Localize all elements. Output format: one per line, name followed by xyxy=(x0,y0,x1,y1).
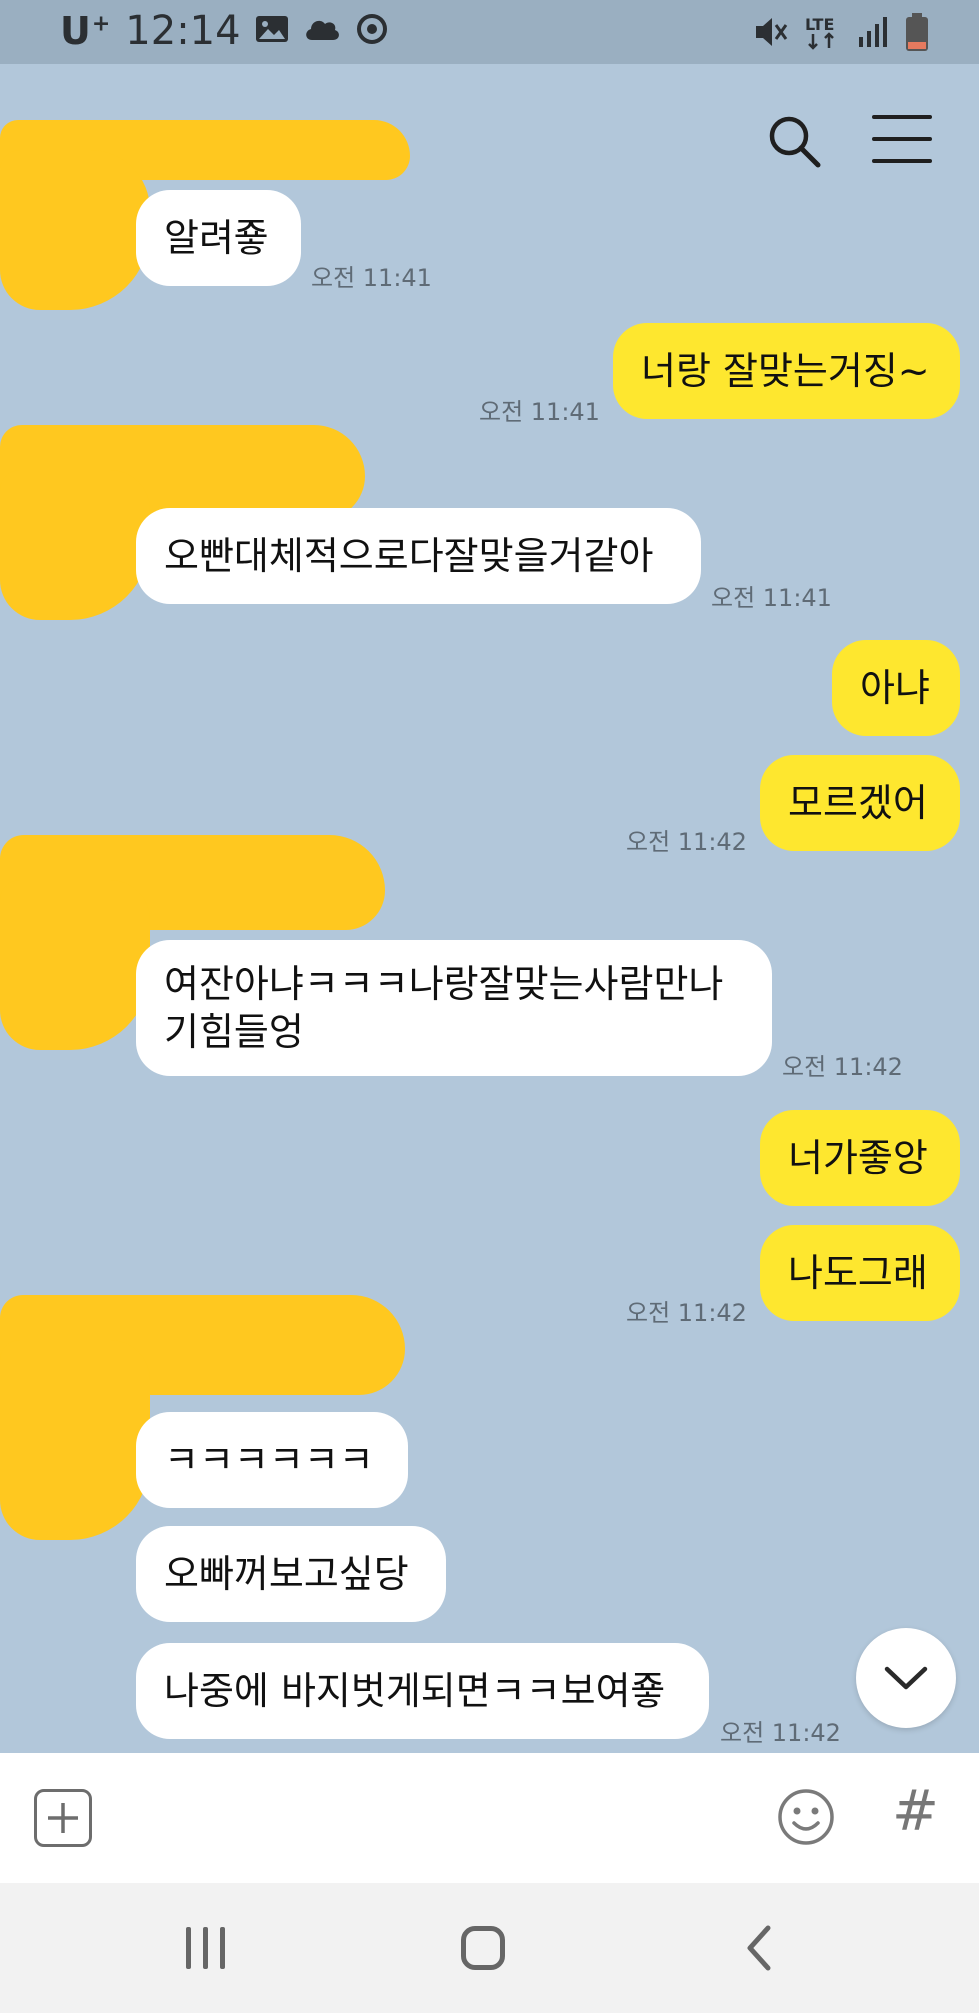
message-text: 나도그래 xyxy=(788,1251,928,1295)
menu-icon[interactable] xyxy=(872,115,932,170)
message-text: 너랑 잘맞는거징~ xyxy=(641,349,930,393)
status-bar: U+ 12:14 LTE xyxy=(0,0,979,64)
hashtag-button[interactable]: # xyxy=(892,1779,939,1844)
redaction-mark xyxy=(0,470,150,620)
battery-icon xyxy=(905,12,929,56)
plus-square-icon[interactable] xyxy=(34,1789,92,1847)
sent-message[interactable]: 너랑 잘맞는거징~ xyxy=(613,323,960,419)
signal-icon xyxy=(857,15,891,53)
sent-message[interactable]: 모르겠어 xyxy=(760,755,960,851)
received-message[interactable]: 나중에 바지벗게되면ㅋㅋ보여죻 xyxy=(136,1643,709,1739)
message-text: 너가좋앙 xyxy=(788,1136,928,1180)
recent-apps-icon[interactable] xyxy=(186,1927,225,1969)
message-time: 오전 11:42 xyxy=(626,828,747,856)
home-icon[interactable] xyxy=(461,1926,505,1970)
message-time: 오전 11:42 xyxy=(626,1299,747,1327)
redaction-mark xyxy=(0,1340,150,1540)
message-time: 오전 11:42 xyxy=(782,1053,903,1081)
mute-icon xyxy=(753,15,789,53)
received-message[interactable]: 오빠꺼보고싶당 xyxy=(136,1526,446,1622)
cloud-icon xyxy=(303,16,341,46)
sync-icon xyxy=(355,12,389,50)
sent-message[interactable]: 나도그래 xyxy=(760,1225,960,1321)
received-message[interactable]: 여잔아냐ㅋㅋㅋ나랑잘맞는사람만나 기힘들엉 xyxy=(136,940,772,1076)
smiley-icon[interactable] xyxy=(776,1787,836,1847)
message-text: 오빤대체적으로다잘맞을거같아 xyxy=(164,534,654,578)
redaction-mark xyxy=(0,880,150,1050)
message-text-line: 기힘들엉 xyxy=(164,1010,304,1054)
received-message[interactable]: 알려죻 xyxy=(136,190,301,286)
message-text: 오빠꺼보고싶당 xyxy=(164,1552,409,1596)
message-text: 나중에 바지벗게되면ㅋㅋ보여죻 xyxy=(164,1669,666,1713)
message-text-line: 여잔아냐ㅋㅋㅋ나랑잘맞는사람만나 xyxy=(164,962,724,1006)
received-message[interactable]: ㅋㅋㅋㅋㅋㅋ xyxy=(136,1412,408,1508)
carrier-label: U+ xyxy=(60,9,112,53)
chevron-down-icon xyxy=(884,1666,928,1690)
scroll-to-bottom-button[interactable] xyxy=(856,1628,956,1728)
back-icon[interactable] xyxy=(742,1923,776,1977)
system-nav-bar xyxy=(0,1883,979,2013)
search-icon[interactable] xyxy=(765,112,825,172)
message-time: 오전 11:41 xyxy=(479,398,600,426)
received-message[interactable]: 오빤대체적으로다잘맞을거같아 xyxy=(136,508,701,604)
svg-text:LTE: LTE xyxy=(805,15,834,34)
message-composer: # xyxy=(0,1753,979,1883)
message-text: 아냐 xyxy=(860,666,930,710)
sent-message[interactable]: 아냐 xyxy=(832,640,960,736)
lte-icon: LTE xyxy=(803,12,843,56)
message-text: 모르겠어 xyxy=(788,781,928,825)
message-text: 알려죻 xyxy=(164,216,269,260)
message-time: 오전 11:41 xyxy=(711,584,832,612)
message-time: 오전 11:42 xyxy=(720,1719,841,1747)
message-text: ㅋㅋㅋㅋㅋㅋ xyxy=(164,1438,374,1482)
redaction-mark xyxy=(0,150,150,310)
status-time: 12:14 xyxy=(125,8,241,54)
gallery-icon xyxy=(255,14,289,48)
message-time: 오전 11:41 xyxy=(311,264,432,292)
sent-message[interactable]: 너가좋앙 xyxy=(760,1110,960,1206)
